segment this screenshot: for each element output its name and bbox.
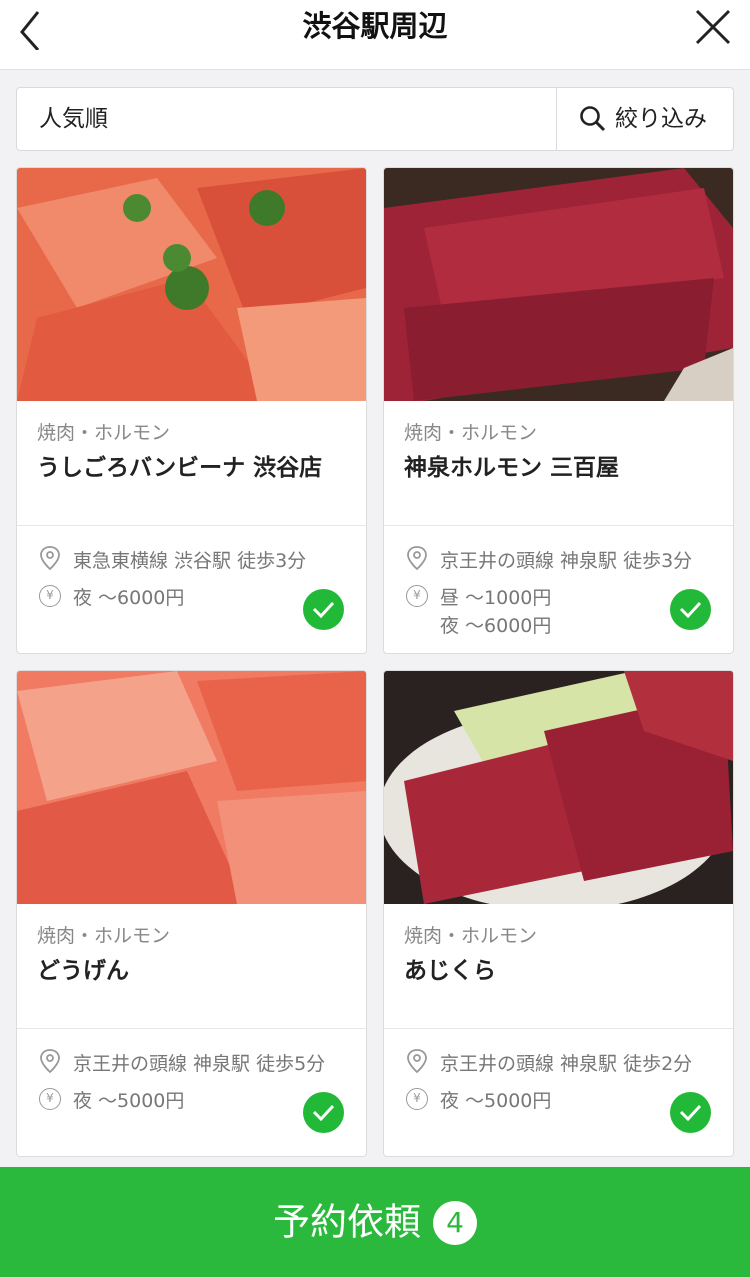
restaurant-photo (17, 671, 366, 904)
selected-check-icon[interactable] (303, 1092, 344, 1133)
yen-icon: ¥ (39, 1088, 61, 1110)
yen-icon: ¥ (406, 1088, 428, 1110)
restaurant-photo (384, 671, 733, 904)
divider (17, 525, 366, 526)
location-pin-icon (407, 1049, 427, 1074)
yen-icon: ¥ (406, 585, 428, 607)
close-icon[interactable] (694, 8, 732, 46)
restaurant-name: うしごろバンビーナ 渋谷店 (37, 455, 323, 481)
sort-dropdown[interactable]: 人気順 (39, 88, 108, 150)
reservation-request-label-row: 予約依頼 4 (0, 1167, 750, 1277)
selected-check-icon[interactable] (303, 589, 344, 630)
restaurant-category: 焼肉・ホルモン (37, 925, 171, 947)
selected-check-icon[interactable] (670, 1092, 711, 1133)
page-title: 渋谷駅周辺 (302, 9, 448, 43)
restaurant-card[interactable]: 焼肉・ホルモン 神泉ホルモン 三百屋 京王井の頭線 神泉駅 徒歩3分 ¥ 昼 〜… (383, 167, 734, 654)
restaurant-category: 焼肉・ホルモン (37, 422, 171, 444)
reservation-request-button[interactable]: 予約依頼 4 (0, 1167, 750, 1277)
restaurant-photo (384, 168, 733, 401)
selected-check-icon[interactable] (670, 589, 711, 630)
yen-icon: ¥ (39, 585, 61, 607)
restaurant-price: 夜 〜6000円 (73, 587, 185, 609)
divider (17, 1028, 366, 1029)
location-pin-icon (40, 1049, 60, 1074)
reservation-request-label: 予約依頼 (273, 1200, 421, 1244)
divider (384, 1028, 733, 1029)
restaurant-price: 夜 〜6000円 (440, 615, 552, 637)
restaurant-access: 京王井の頭線 神泉駅 徒歩3分 (440, 550, 693, 572)
filter-label: 絞り込み (615, 106, 707, 132)
location-pin-icon (40, 546, 60, 571)
restaurant-access: 東急東横線 渋谷駅 徒歩3分 (73, 550, 307, 572)
restaurant-photo (17, 168, 366, 401)
restaurant-card[interactable]: 焼肉・ホルモン どうげん 京王井の頭線 神泉駅 徒歩5分 ¥ 夜 〜5000円 (16, 670, 367, 1157)
search-icon (580, 106, 606, 132)
selected-count-badge: 4 (433, 1200, 477, 1245)
restaurant-access: 京王井の頭線 神泉駅 徒歩2分 (440, 1053, 693, 1075)
restaurant-name: 神泉ホルモン 三百屋 (404, 455, 620, 481)
restaurant-access: 京王井の頭線 神泉駅 徒歩5分 (73, 1053, 326, 1075)
divider (384, 525, 733, 526)
sort-filter-bar: 人気順 絞り込み (16, 87, 734, 151)
restaurant-card[interactable]: 焼肉・ホルモン あじくら 京王井の頭線 神泉駅 徒歩2分 ¥ 夜 〜5000円 (383, 670, 734, 1157)
restaurant-name: どうげん (37, 958, 129, 984)
restaurant-category: 焼肉・ホルモン (404, 422, 538, 444)
restaurant-name: あじくら (404, 958, 496, 984)
header-bar: 渋谷駅周辺 (0, 0, 750, 70)
restaurant-category: 焼肉・ホルモン (404, 925, 538, 947)
location-pin-icon (407, 546, 427, 571)
restaurant-price: 昼 〜1000円 (440, 587, 552, 609)
restaurant-card[interactable]: 焼肉・ホルモン うしごろバンビーナ 渋谷店 東急東横線 渋谷駅 徒歩3分 ¥ 夜… (16, 167, 367, 654)
restaurant-price: 夜 〜5000円 (440, 1090, 552, 1112)
filter-button[interactable]: 絞り込み (556, 88, 733, 150)
restaurant-price: 夜 〜5000円 (73, 1090, 185, 1112)
